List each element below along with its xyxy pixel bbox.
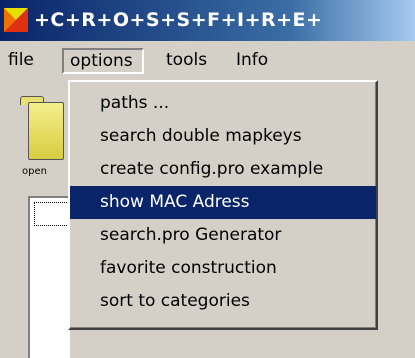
window-title: +C+R+O+S+S+F+I+R+E+ <box>34 9 323 31</box>
open-label: open <box>22 166 47 177</box>
content-list[interactable] <box>28 196 71 358</box>
menu-item-show-mac-adress[interactable]: show MAC Adress <box>70 186 376 219</box>
menu-item-create-config-pro-example[interactable]: create config.pro example <box>70 153 376 186</box>
open-toolbar-button[interactable]: open <box>10 96 64 186</box>
menu-item-search-pro-generator[interactable]: search.pro Generator <box>70 219 376 252</box>
menu-tools[interactable]: tools <box>160 48 213 74</box>
menu-item-sort-to-categories[interactable]: sort to categories <box>70 285 376 318</box>
title-bar[interactable]: +C+R+O+S+S+F+I+R+E+ <box>0 0 415 41</box>
menu-info[interactable]: Info <box>230 48 274 74</box>
menu-bar: file options tools Info <box>0 41 415 80</box>
options-dropdown-menu: paths ... search double mapkeys create c… <box>68 80 378 330</box>
menu-item-paths[interactable]: paths ... <box>70 87 376 120</box>
menu-options[interactable]: options <box>62 48 144 74</box>
app-logo-icon <box>4 8 28 32</box>
menu-item-search-double-mapkeys[interactable]: search double mapkeys <box>70 120 376 153</box>
menu-item-favorite-construction[interactable]: favorite construction <box>70 252 376 285</box>
menu-file[interactable]: file <box>2 48 40 74</box>
focus-rect <box>34 202 71 226</box>
